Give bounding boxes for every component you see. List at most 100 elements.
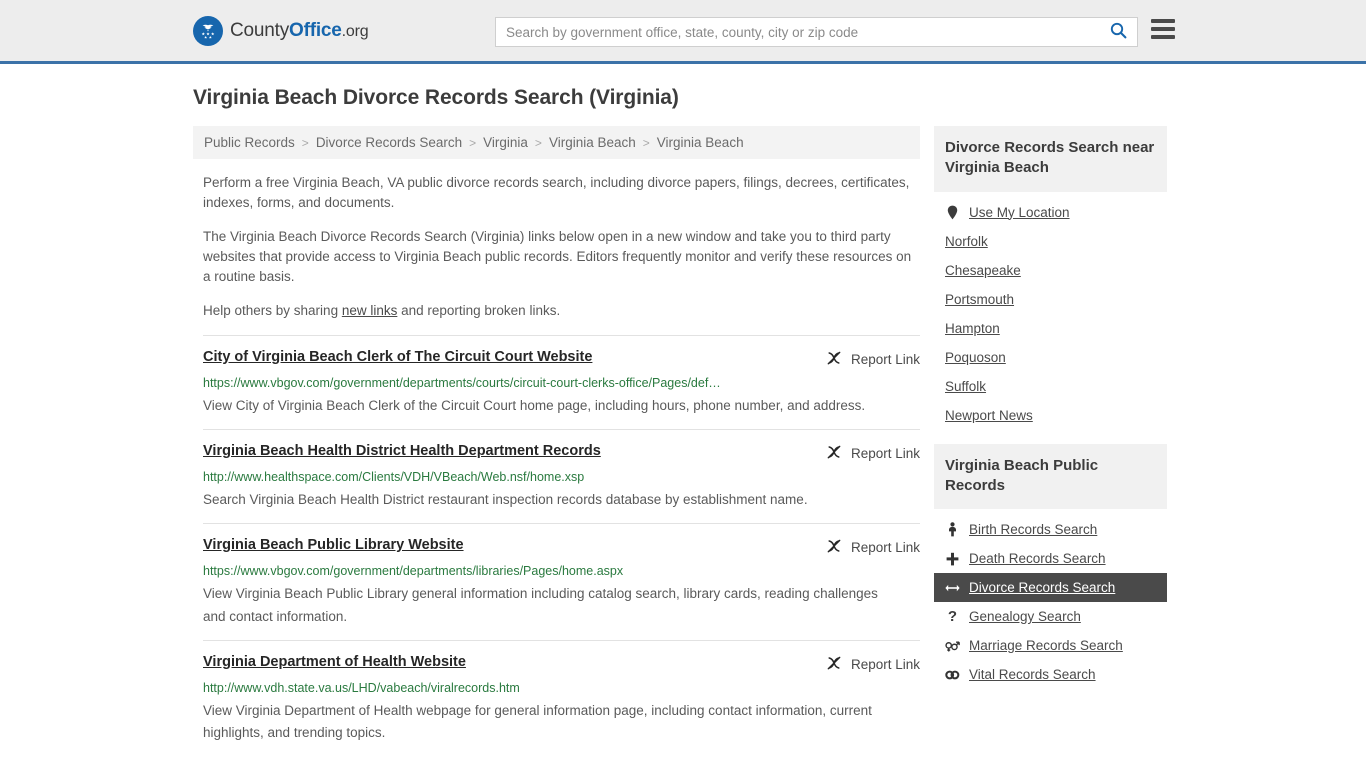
sidebar-record-item[interactable]: Birth Records Search bbox=[934, 515, 1167, 544]
sidebar-nearby-list: Use My Location Norfolk Chesapeake Portsmou… bbox=[934, 192, 1167, 430]
results-list: City of Virginia Beach Clerk of The Circ… bbox=[193, 334, 920, 757]
report-link-button[interactable]: Report Link bbox=[826, 444, 920, 463]
sidebar: Divorce Records Search near Virginia Bea… bbox=[934, 126, 1167, 703]
result-header: Virginia Beach Public Library Website Re… bbox=[203, 537, 920, 557]
result-description: View City of Virginia Beach Clerk of the… bbox=[203, 397, 866, 413]
sidebar-nearby-city[interactable]: Hampton bbox=[934, 314, 1167, 343]
result-description: View Virginia Beach Public Library gener… bbox=[203, 586, 878, 624]
report-link-label: Report Link bbox=[850, 351, 920, 367]
result-header: Virginia Beach Health District Health De… bbox=[203, 443, 920, 463]
breadcrumb-item[interactable]: Public Records bbox=[204, 135, 295, 150]
baby-icon bbox=[945, 522, 960, 537]
sidebar-nearby-city[interactable]: Portsmouth bbox=[934, 285, 1167, 314]
report-link-label: Report Link bbox=[850, 656, 920, 672]
sidebar-public-records-list: Birth Records Search Death Records Search… bbox=[934, 509, 1167, 689]
new-links-link[interactable]: new links bbox=[342, 303, 398, 318]
result-url: https://www.vbgov.com/government/departm… bbox=[203, 375, 721, 390]
sidebar-item-label: Vital Records Search bbox=[969, 667, 1096, 682]
broken-link-icon bbox=[826, 538, 842, 557]
broken-link-icon bbox=[826, 444, 842, 463]
search-bar[interactable] bbox=[495, 17, 1138, 47]
search-icon bbox=[1110, 22, 1127, 42]
content-columns: Public Records > Divorce Records Search > Vi… bbox=[193, 126, 1180, 756]
sidebar-record-item[interactable]: Divorce Records Search bbox=[934, 573, 1167, 602]
result-description: Search Virginia Beach Health District re… bbox=[203, 492, 808, 508]
result-item: City of Virginia Beach Clerk of The Circ… bbox=[203, 334, 920, 429]
broken-link-icon bbox=[826, 350, 842, 369]
search-button[interactable] bbox=[1106, 22, 1137, 42]
search-input[interactable] bbox=[496, 18, 1106, 46]
breadcrumb-separator: > bbox=[301, 135, 309, 150]
sidebar-use-my-location[interactable]: Use My Location bbox=[934, 198, 1167, 227]
result-header: Virginia Department of Health Website Re… bbox=[203, 654, 920, 674]
main-column: Public Records > Divorce Records Search > Vi… bbox=[193, 126, 920, 756]
sidebar-nearby-heading: Divorce Records Search near Virginia Bea… bbox=[934, 126, 1167, 192]
sidebar-item-label: Poquoson bbox=[945, 349, 1006, 365]
result-url: http://www.vdh.state.va.us/LHD/vabeach/v… bbox=[203, 680, 520, 695]
result-item: Virginia Beach Public Library Website Re… bbox=[203, 523, 920, 640]
logo-text-part1: County bbox=[230, 19, 290, 41]
sidebar-item-label: Suffolk bbox=[945, 378, 987, 394]
sidebar-public-records-heading: Virginia Beach Public Records bbox=[934, 443, 1167, 509]
intro-p3-after: and reporting broken links. bbox=[397, 302, 561, 318]
result-url: https://www.vbgov.com/government/departm… bbox=[203, 564, 624, 579]
site-logo-text: CountyOffice.org bbox=[230, 19, 369, 42]
sidebar-nearby-city[interactable]: Newport News bbox=[934, 401, 1167, 430]
hamburger-bar-3 bbox=[1151, 35, 1175, 39]
sidebar-item-label: Chesapeake bbox=[945, 262, 1021, 278]
hamburger-bar-2 bbox=[1151, 27, 1175, 31]
sidebar-item-label: Marriage Records Search bbox=[969, 638, 1123, 653]
breadcrumb: Public Records > Divorce Records Search > Vi… bbox=[193, 126, 920, 159]
sidebar-nearby-city[interactable]: Norfolk bbox=[934, 227, 1167, 256]
hamburger-menu-icon[interactable] bbox=[1151, 19, 1175, 39]
intro-section: Perform a free Virginia Beach, VA public… bbox=[193, 173, 920, 321]
cross-icon bbox=[945, 552, 960, 566]
report-link-label: Report Link bbox=[850, 540, 920, 556]
sidebar-record-item[interactable]: Vital Records Search bbox=[934, 660, 1167, 689]
breadcrumb-item[interactable]: Virginia bbox=[483, 135, 528, 150]
sidebar-item-label: Norfolk bbox=[945, 233, 988, 249]
result-title-link[interactable]: Virginia Beach Health District Health De… bbox=[203, 443, 601, 460]
rings-icon bbox=[945, 669, 960, 680]
report-link-button[interactable]: Report Link bbox=[826, 655, 920, 674]
hamburger-bar-1 bbox=[1151, 19, 1175, 23]
sidebar-record-item[interactable]: ? Genealogy Search bbox=[934, 602, 1167, 631]
sidebar-record-item[interactable]: Death Records Search bbox=[934, 544, 1167, 573]
result-header: City of Virginia Beach Clerk of The Circ… bbox=[203, 349, 920, 369]
sidebar-nearby-city[interactable]: Poquoson bbox=[934, 343, 1167, 372]
sidebar-item-label: Divorce Records Search bbox=[969, 580, 1116, 595]
report-link-button[interactable]: Report Link bbox=[826, 350, 920, 369]
sidebar-record-item[interactable]: Marriage Records Search bbox=[934, 631, 1167, 660]
result-description: View Virginia Department of Health webpa… bbox=[203, 702, 872, 741]
sidebar-item-label: Newport News bbox=[945, 407, 1033, 423]
intro-paragraph-1: Perform a free Virginia Beach, VA public… bbox=[203, 175, 910, 210]
breadcrumb-item[interactable]: Virginia Beach bbox=[657, 135, 744, 150]
report-link-button[interactable]: Report Link bbox=[826, 538, 920, 557]
result-title-link[interactable]: City of Virginia Beach Clerk of The Circ… bbox=[203, 349, 592, 366]
sidebar-item-label: Use My Location bbox=[969, 204, 1070, 220]
intro-paragraph-3: Help others by sharing new links and rep… bbox=[193, 301, 920, 321]
breadcrumb-separator: > bbox=[469, 135, 477, 150]
logo-text-part2: Office bbox=[289, 19, 342, 41]
sidebar-item-label: Portsmouth bbox=[945, 291, 1015, 307]
result-title-link[interactable]: Virginia Beach Public Library Website bbox=[203, 537, 464, 554]
result-title-link[interactable]: Virginia Department of Health Website bbox=[203, 654, 466, 671]
sidebar-nearby-city[interactable]: Suffolk bbox=[934, 372, 1167, 401]
site-logo[interactable]: CountyOffice.org bbox=[193, 15, 369, 46]
page-body: Virginia Beach Divorce Records Search (V… bbox=[0, 64, 1366, 756]
page-title: Virginia Beach Divorce Records Search (V… bbox=[193, 86, 679, 109]
venus-mars-icon bbox=[945, 639, 960, 653]
breadcrumb-item[interactable]: Virginia Beach bbox=[549, 135, 636, 150]
breadcrumb-separator: > bbox=[642, 135, 650, 150]
sidebar-item-label: Genealogy Search bbox=[969, 609, 1081, 624]
breadcrumb-item[interactable]: Divorce Records Search bbox=[316, 135, 462, 150]
logo-text-part3: .org bbox=[341, 22, 369, 40]
left-right-arrow-icon bbox=[945, 582, 960, 594]
eagle-seal-icon bbox=[193, 15, 223, 46]
breadcrumb-separator: > bbox=[534, 135, 542, 150]
sidebar-nearby-city[interactable]: Chesapeake bbox=[934, 256, 1167, 285]
sidebar-public-records-box: Virginia Beach Public Records Birth Reco… bbox=[934, 443, 1167, 690]
intro-paragraph-2: The Virginia Beach Divorce Records Searc… bbox=[203, 228, 912, 284]
sidebar-item-label: Birth Records Search bbox=[969, 522, 1098, 537]
sidebar-item-label: Hampton bbox=[945, 320, 1000, 336]
